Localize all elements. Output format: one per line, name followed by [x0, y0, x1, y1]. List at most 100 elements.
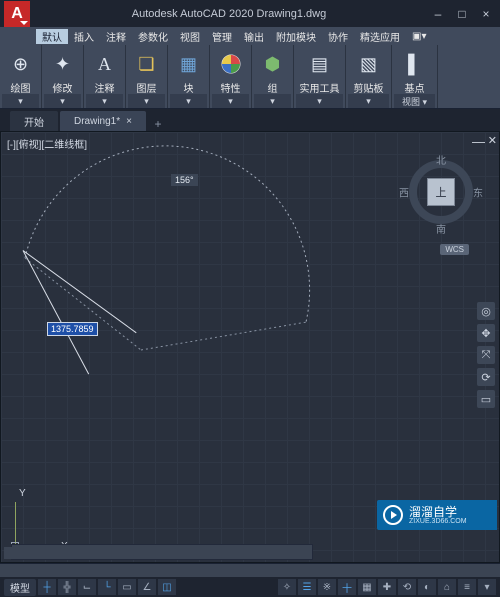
nav-showmotion-icon[interactable]: ▭	[477, 390, 495, 408]
sb-grid-icon[interactable]: ┼	[38, 579, 56, 595]
basepoint-icon[interactable]: ▌	[399, 48, 431, 80]
util-drop[interactable]: ▾	[296, 94, 343, 108]
nav-zoom-icon[interactable]: ⤧	[477, 346, 495, 364]
command-line[interactable]	[11, 544, 313, 560]
group-label: 组	[268, 80, 278, 94]
watermark-url: ZIXUE.3D66.COM	[409, 518, 467, 525]
minimize-button[interactable]: –	[428, 4, 448, 24]
sb-3dosnap-icon[interactable]: 十	[338, 579, 356, 595]
tab-annotate[interactable]: 注释	[100, 29, 132, 44]
draw-drop[interactable]: ▾	[2, 94, 39, 108]
ucs-y-axis	[15, 502, 16, 546]
sb-infer-icon[interactable]: ⌙	[78, 579, 96, 595]
draw-icon[interactable]: ⊕	[5, 48, 37, 80]
sb-iso-icon[interactable]: ∠	[138, 579, 156, 595]
line-segment-1	[23, 250, 137, 333]
play-icon	[383, 505, 403, 525]
tab-default[interactable]: 默认	[36, 29, 68, 44]
viewport-controls[interactable]: [-][俯视][二维线框]	[7, 136, 87, 151]
layers-drop[interactable]: ▾	[128, 94, 165, 108]
block-drop[interactable]: ▾	[170, 94, 207, 108]
drawing-viewport[interactable]: [-][俯视][二维线框] — ✕ 上 北 南 东 西 WCS ◎ ✥ ⤧ ⟳ …	[0, 131, 500, 563]
sb-dyn-icon[interactable]: ▦	[358, 579, 376, 595]
dynamic-input[interactable]: 1375.7859	[47, 322, 98, 336]
line-segment-2	[23, 250, 90, 374]
properties-label: 特性	[221, 80, 241, 94]
viewport-close-icon[interactable]: ✕	[488, 134, 497, 147]
status-bar: 模型 ┼ ╬ ⌙ └ ▭ ∠ ◫ ✧ ☰ ※ 十 ▦ ✚ ⟲ ◐ ⌂ ≡ ▾	[0, 577, 500, 597]
tab-close-icon[interactable]: ×	[126, 116, 132, 127]
group-drop[interactable]: ▾	[254, 94, 291, 108]
ucs-icon[interactable]: Y X	[15, 496, 65, 546]
tab-manage[interactable]: 管理	[206, 29, 238, 44]
tab-addins[interactable]: 附加模块	[270, 29, 322, 44]
viewcube-east[interactable]: 东	[473, 185, 483, 200]
modify-drop[interactable]: ▾	[44, 94, 81, 108]
annotate-icon[interactable]: A	[89, 48, 121, 80]
app-logo[interactable]: A	[4, 1, 30, 27]
draw-label: 绘图	[11, 80, 31, 94]
sb-custom-icon[interactable]: ≡	[458, 579, 476, 595]
clipboard-drop[interactable]: ▾	[348, 94, 389, 108]
annotate-drop[interactable]: ▾	[86, 94, 123, 108]
tab-start[interactable]: 开始	[10, 111, 58, 131]
viewport-minimize-icon[interactable]: —	[472, 134, 485, 149]
ucs-y-label: Y	[19, 488, 26, 499]
watermark: 溜溜自学 ZIXUE.3D66.COM	[377, 500, 497, 530]
layers-label: 图层	[137, 80, 157, 94]
horizontal-scrollbar[interactable]	[0, 563, 500, 577]
sb-ortho-icon[interactable]: └	[98, 579, 116, 595]
angle-readout: 156°	[171, 174, 198, 186]
sb-osnap-icon[interactable]: ◫	[158, 579, 176, 595]
sb-anno-icon[interactable]: ◐	[418, 579, 436, 595]
viewcube-south[interactable]: 南	[436, 221, 446, 236]
viewcube-north[interactable]: 北	[436, 152, 446, 167]
tab-insert[interactable]: 插入	[68, 29, 100, 44]
tab-more-icon[interactable]: ▣▾	[406, 31, 432, 42]
viewcube-west[interactable]: 西	[399, 185, 409, 200]
sb-lwt-icon[interactable]: ☰	[298, 579, 316, 595]
block-label: 块	[184, 80, 194, 94]
viewcube-top-face[interactable]: 上	[427, 178, 455, 206]
window-title: Autodesk AutoCAD 2020 Drawing1.dwg	[30, 8, 428, 20]
tab-collaborate[interactable]: 协作	[322, 29, 354, 44]
viewcube[interactable]: 上 北 南 东 西	[401, 152, 481, 232]
sb-qp-icon[interactable]: ✚	[378, 579, 396, 595]
navigation-bar: ◎ ✥ ⤧ ⟳ ▭	[477, 302, 495, 408]
nav-orbit-icon[interactable]: ⟳	[477, 368, 495, 386]
model-tab[interactable]: 模型	[4, 579, 36, 596]
tab-featured[interactable]: 精选应用	[354, 29, 406, 44]
wcs-badge[interactable]: WCS	[440, 244, 469, 255]
properties-drop[interactable]: ▾	[212, 94, 249, 108]
nav-wheel-icon[interactable]: ◎	[477, 302, 495, 320]
sb-otrack-icon[interactable]: ✧	[278, 579, 296, 595]
basepoint-label: 基点	[405, 80, 425, 94]
close-button[interactable]: ×	[476, 4, 496, 24]
sb-menu-icon[interactable]: ▾	[478, 579, 496, 595]
modify-label: 修改	[53, 80, 73, 94]
clipboard-label: 剪贴板	[354, 80, 384, 94]
group-icon[interactable]: ⬢	[257, 48, 289, 80]
modify-icon[interactable]: ✦	[47, 48, 79, 80]
ribbon: ⊕ 绘图 ▾ ✦ 修改 ▾ A 注释 ▾ ❏ 图层 ▾ ▦ 块 ▾ 特性 ▾	[0, 45, 500, 109]
sb-ws-icon[interactable]: ⌂	[438, 579, 456, 595]
nav-pan-icon[interactable]: ✥	[477, 324, 495, 342]
util-label: 实用工具	[300, 80, 340, 94]
tab-output[interactable]: 输出	[238, 29, 270, 44]
sb-snap-icon[interactable]: ╬	[58, 579, 76, 595]
block-icon[interactable]: ▦	[173, 48, 205, 80]
sb-polar-icon[interactable]: ▭	[118, 579, 136, 595]
util-icon[interactable]: ▤	[304, 48, 336, 80]
sb-cycle-icon[interactable]: ⟲	[398, 579, 416, 595]
sb-transp-icon[interactable]: ※	[318, 579, 336, 595]
properties-icon[interactable]	[215, 48, 247, 80]
layers-icon[interactable]: ❏	[131, 48, 163, 80]
clipboard-icon[interactable]: ▧	[353, 48, 385, 80]
basepoint-foot[interactable]: 视图 ▾	[394, 94, 435, 108]
tab-drawing1-label: Drawing1*	[74, 116, 120, 127]
tab-parametric[interactable]: 参数化	[132, 29, 174, 44]
tab-drawing1[interactable]: Drawing1* ×	[60, 111, 146, 131]
maximize-button[interactable]: □	[452, 4, 472, 24]
tab-view[interactable]: 视图	[174, 29, 206, 44]
new-tab-button[interactable]: +	[148, 117, 168, 131]
